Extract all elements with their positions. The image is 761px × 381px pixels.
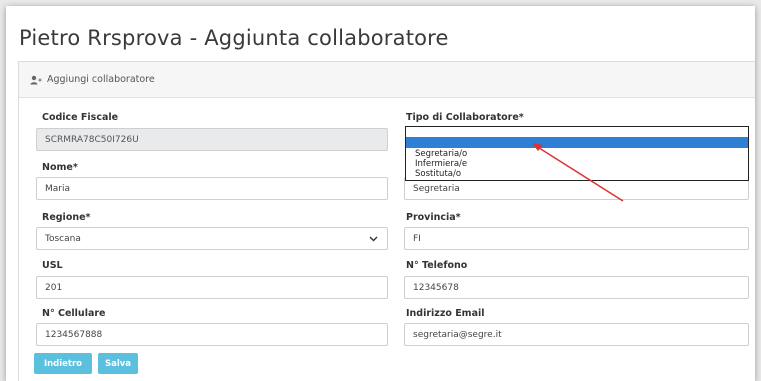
regione-select[interactable]: Toscana bbox=[36, 227, 388, 250]
save-button[interactable]: Salva bbox=[98, 353, 138, 374]
card-header-label: Aggiungi collaboratore bbox=[47, 74, 155, 85]
usl-label: USL bbox=[42, 260, 63, 271]
provincia-field[interactable]: FI bbox=[404, 227, 749, 250]
add-user-icon bbox=[30, 74, 44, 86]
dropdown-selected-option[interactable] bbox=[406, 137, 748, 148]
tipo-collaboratore-dropdown[interactable]: Segretaria/o Infermiera/e Sostituta/o bbox=[405, 126, 749, 181]
nome-field[interactable]: Maria bbox=[36, 177, 388, 200]
card-header: Aggiungi collaboratore bbox=[19, 62, 755, 98]
page-window: Pietro Rrsprova - Aggiunta collaboratore… bbox=[6, 6, 755, 381]
codice-fiscale-field: SCRMRA78C50I726U bbox=[36, 128, 388, 151]
cellulare-label: N° Cellulare bbox=[42, 308, 106, 319]
telefono-field[interactable]: 12345678 bbox=[404, 276, 749, 299]
cellulare-field[interactable]: 1234567888 bbox=[36, 323, 388, 346]
dropdown-option-sostituta[interactable]: Sostituta/o bbox=[415, 169, 461, 179]
back-button[interactable]: Indietro bbox=[34, 353, 92, 374]
regione-value: Toscana bbox=[45, 233, 81, 244]
regione-label: Regione* bbox=[42, 212, 91, 223]
nome-label: Nome* bbox=[42, 162, 78, 173]
email-field[interactable]: segretaria@segre.it bbox=[404, 323, 749, 346]
email-label: Indirizzo Email bbox=[406, 308, 485, 319]
page-title: Pietro Rrsprova - Aggiunta collaboratore bbox=[19, 26, 449, 50]
codice-fiscale-label: Codice Fiscale bbox=[42, 112, 119, 123]
chevron-down-icon bbox=[369, 234, 378, 246]
dropdown-option-segretaria[interactable]: Segretaria/o bbox=[415, 149, 467, 159]
telefono-label: N° Telefono bbox=[406, 260, 468, 271]
tipo-collaboratore-current: Segretaria bbox=[413, 183, 460, 194]
tipo-collaboratore-label: Tipo di Collaboratore* bbox=[406, 112, 524, 123]
provincia-label: Provincia* bbox=[406, 212, 461, 223]
dropdown-option-infermiera[interactable]: Infermiera/e bbox=[415, 159, 467, 169]
usl-field[interactable]: 201 bbox=[36, 276, 388, 299]
